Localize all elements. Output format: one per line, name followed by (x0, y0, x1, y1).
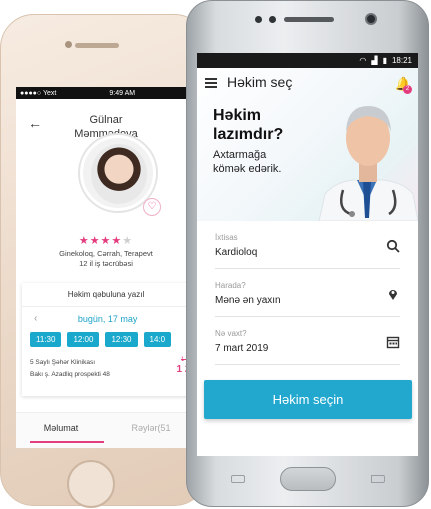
hero-subtitle: Axtarmağa kömək edərik. (213, 148, 281, 176)
hero-heading-line1: Həkim (213, 107, 262, 124)
time-slots: 11:30 12:00 12:30 14:0 (22, 330, 190, 349)
profile-tabs: Məlumat Rəylər(51 (16, 412, 196, 448)
front-camera (365, 13, 377, 25)
time-slot-button[interactable]: 12:30 (105, 332, 138, 347)
location-label: Harada? (215, 281, 246, 290)
wifi-icon: ◠ (359, 56, 367, 65)
clinic-name[interactable]: 5 Saylı Şəhər Klinikası (30, 357, 182, 369)
carrier-label: ●●●●○ Yext (20, 89, 57, 97)
appointment-title: Həkim qəbuluna yazıl (22, 283, 190, 307)
choose-doctor-button[interactable]: Həkim seçin (204, 380, 412, 419)
specialties-text: Ginekoloq, Cərrah, Terapevt (59, 249, 153, 258)
doctor-photo (91, 144, 147, 204)
android-home-button (280, 467, 336, 491)
ios-status-bar: ●●●●○ Yext 9:49 AM ▮ (16, 87, 196, 99)
tab-reviews[interactable]: Rəylər(51 (106, 413, 196, 448)
back-arrow-icon[interactable]: ← (28, 115, 42, 131)
status-time: 9:49 AM (109, 89, 136, 97)
hero-banner: Həkim seç 🔔 2 Həkim lazımdır? Axtarmağa … (197, 68, 418, 221)
date-label: Nə vaxt? (215, 329, 247, 338)
specialty-value[interactable]: Kardioloq (215, 247, 400, 258)
earpiece-speaker (75, 43, 119, 48)
specialty-field[interactable]: İxtisas Kardioloq (215, 221, 400, 269)
battery-icon: ▮ (382, 56, 387, 65)
search-form: İxtisas Kardioloq Harada? Mənə ən yaxın … (197, 221, 418, 373)
hero-heading: Həkim lazımdır? (213, 106, 283, 144)
rating-empty-star: ★ (122, 235, 134, 247)
prev-date-icon[interactable]: ‹ (34, 313, 37, 324)
doctor-specialties: Ginekoloq, Cərrah, Terapevt 12 il iş təc… (16, 249, 196, 269)
doctor-first-name: Gülnar (89, 114, 123, 126)
location-field[interactable]: Harada? Mənə ən yaxın (215, 269, 400, 317)
time-slot-button[interactable]: 14:0 (143, 332, 172, 347)
date-value[interactable]: 7 mart 2019 (215, 343, 400, 354)
hero-sub-line2: kömək edərik. (213, 163, 282, 175)
selected-date[interactable]: bugün, 17 may (78, 314, 138, 324)
signal-icon: ▟ (371, 56, 378, 65)
doctor-illustration (318, 106, 418, 221)
recent-apps-key (231, 475, 245, 483)
iphone-home-button (67, 460, 115, 508)
time-slot-button[interactable]: 11:30 (30, 332, 62, 347)
hamburger-menu-icon[interactable] (205, 78, 217, 88)
app-title: Həkim seç (227, 74, 293, 90)
rating-stars: ★★★★★ (16, 234, 196, 247)
promo-stage: ●●●●○ Yext 9:49 AM ▮ ← Gülnar Məmmədova … (0, 0, 431, 509)
search-icon[interactable] (386, 239, 400, 253)
clinic-info: 5 Saylı Şəhər Klinikası Bakı ş. Azadliq … (22, 349, 196, 381)
favorite-heart-icon[interactable]: ♡ (143, 198, 161, 216)
location-value[interactable]: Mənə ən yaxın (215, 295, 400, 306)
status-time: 18:21 (391, 56, 412, 65)
proximity-sensor (255, 16, 262, 23)
tab-info[interactable]: Məlumat (16, 413, 106, 448)
rating-filled-stars: ★★★★ (78, 235, 123, 247)
iphone-screen: ●●●●○ Yext 9:49 AM ▮ ← Gülnar Məmmədova … (16, 87, 196, 448)
iphone-device: ●●●●○ Yext 9:49 AM ▮ ← Gülnar Məmmədova … (0, 14, 208, 508)
specialty-label: İxtisas (215, 233, 238, 242)
date-selector: ‹ bugün, 17 may (22, 307, 190, 330)
android-device: ◠ ▟ ▮ 18:21 Həkim seç 🔔 2 Həkim lazımdır… (186, 0, 429, 507)
android-screen: ◠ ▟ ▮ 18:21 Həkim seç 🔔 2 Həkim lazımdır… (197, 53, 418, 456)
earpiece-speaker (284, 17, 334, 22)
light-sensor (269, 16, 276, 23)
date-field[interactable]: Nə vaxt? 7 mart 2019 (215, 317, 400, 365)
back-key (371, 475, 385, 483)
time-slot-button[interactable]: 12:00 (67, 332, 100, 347)
appointment-card: Həkim qəbuluna yazıl ‹ bugün, 17 may 11:… (22, 283, 196, 396)
front-camera (65, 41, 72, 48)
calendar-icon[interactable] (386, 335, 400, 349)
hero-heading-line2: lazımdır? (213, 126, 284, 143)
experience-text: 12 il iş təcrübəsi (79, 259, 133, 268)
location-pin-icon[interactable] (386, 287, 400, 301)
doctor-avatar: ♡ (80, 135, 161, 216)
clinic-address: Bakı ş. Azadliq prospekti 48 (30, 371, 110, 378)
android-status-bar: ◠ ▟ ▮ 18:21 (197, 53, 418, 68)
hero-sub-line1: Axtarmağa (213, 149, 267, 161)
